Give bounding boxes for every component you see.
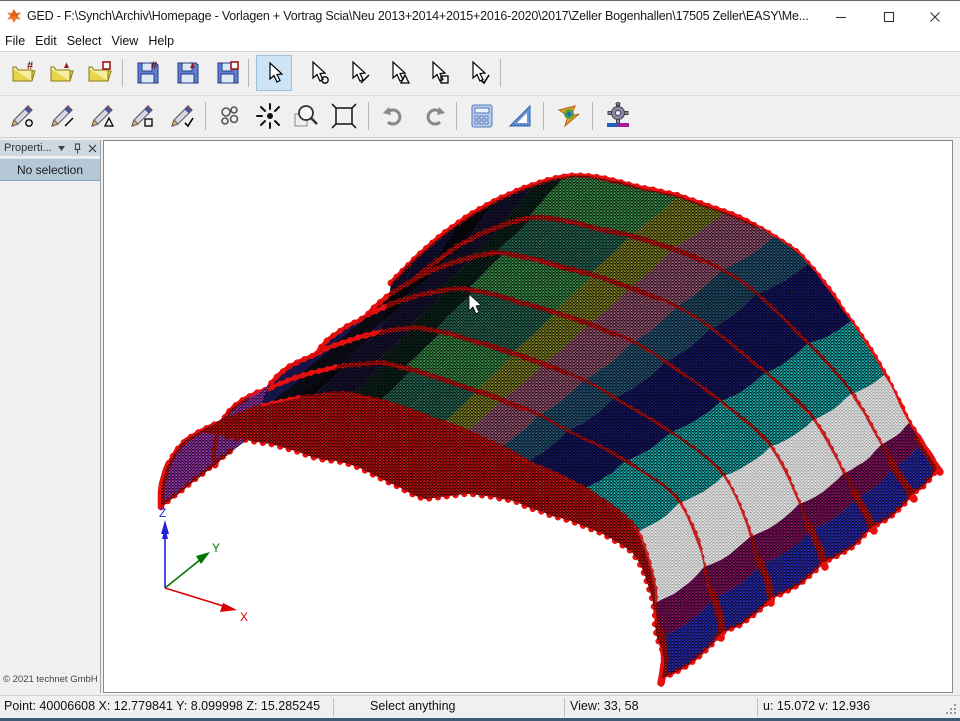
svg-text:Y: Y xyxy=(212,541,220,555)
svg-text:Z: Z xyxy=(159,506,166,520)
svg-text:X: X xyxy=(240,610,248,624)
svg-text:#: # xyxy=(151,60,157,72)
svg-text:#: # xyxy=(27,60,33,72)
